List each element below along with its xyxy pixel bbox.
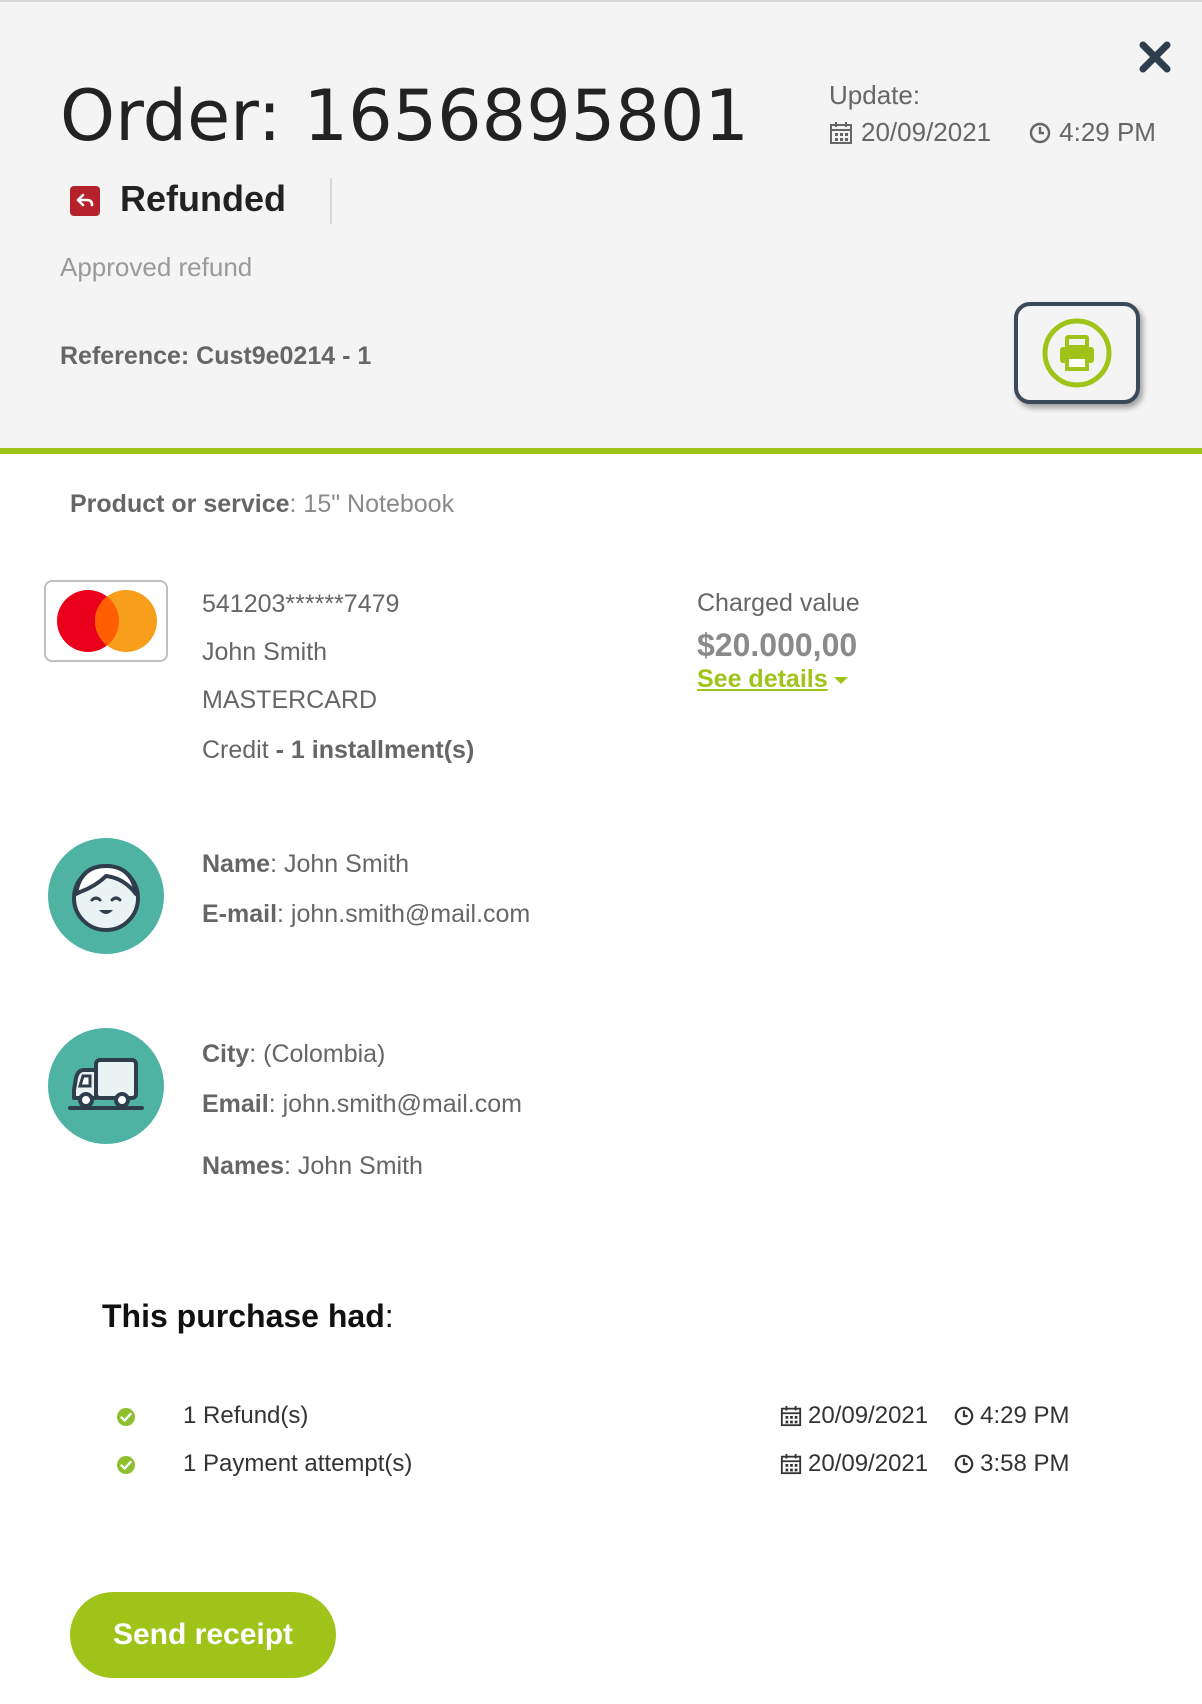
update-time: 4:29 PM (1059, 117, 1156, 147)
check-circle-icon (117, 1408, 135, 1426)
purchase-history-title-text: This purchase had (102, 1298, 385, 1334)
shipping-email: Email: john.smith@mail.com (202, 1090, 522, 1119)
customer-name-value: : John Smith (270, 850, 410, 878)
order-reference: Reference: Cust9e0214 - 1 (60, 342, 372, 370)
product-or-service: Product or service: 15" Notebook (70, 490, 454, 519)
check-circle-icon (117, 1456, 135, 1474)
send-receipt-button[interactable]: Send receipt (70, 1592, 336, 1678)
history-item-payment-timestamp: 20/09/2021 3:58 PM (780, 1450, 1070, 1478)
customer-name-label: Name (202, 850, 271, 878)
see-details-link[interactable]: See details (697, 665, 848, 694)
close-icon[interactable] (1138, 40, 1172, 74)
shipping-city: City: (Colombia) (202, 1040, 385, 1069)
shipping-names: Names: John Smith (202, 1152, 423, 1181)
installments-separator: - (268, 736, 291, 764)
print-button[interactable] (1014, 302, 1140, 404)
calendar-icon (830, 121, 852, 144)
order-title: Order: 1656895801 (60, 75, 749, 157)
history-item-payment-attempt: 1 Payment attempt(s) (183, 1450, 413, 1477)
charged-value-amount: $20.000,00 (697, 627, 858, 663)
calendar-icon (780, 1453, 802, 1475)
card-installments: 1 installment(s) (290, 736, 475, 764)
customer-face-icon (48, 838, 164, 954)
card-brand: MASTERCARD (202, 686, 378, 714)
history-item-payment-date: 20/09/2021 (808, 1450, 929, 1477)
calendar-icon (780, 1405, 802, 1427)
refund-arrow-icon (70, 186, 100, 216)
update-timestamp: 20/09/2021 4:29 PM (829, 117, 1156, 148)
card-holder: John Smith (202, 638, 328, 666)
history-item-refund-time: 4:29 PM (980, 1402, 1070, 1429)
clock-icon (954, 1406, 974, 1426)
history-item-refund-timestamp: 20/09/2021 4:29 PM (780, 1402, 1070, 1430)
history-item-refund: 1 Refund(s) (183, 1402, 309, 1429)
status-badge: Refunded (120, 178, 286, 219)
customer-email-value: : john.smith@mail.com (277, 900, 531, 928)
update-date: 20/09/2021 (861, 117, 992, 147)
status-divider (330, 178, 332, 224)
shipping-email-label: Email (202, 1090, 269, 1118)
customer-email-label: E-mail (202, 900, 278, 928)
product-label: Product or service (70, 490, 290, 518)
clock-icon (954, 1454, 974, 1474)
clock-icon (1029, 122, 1051, 143)
mastercard-logo (44, 580, 168, 662)
customer-email: E-mail: john.smith@mail.com (202, 900, 530, 929)
purchase-history-title: This purchase had: (102, 1298, 394, 1335)
purchase-history-title-colon: : (384, 1298, 394, 1334)
card-payment-type: Credit - 1 installment(s) (202, 736, 474, 765)
card-number: 541203******7479 (202, 590, 400, 618)
see-details-label: See details (697, 665, 828, 693)
truck-icon (48, 1028, 164, 1144)
card-type: Credit (202, 736, 269, 764)
history-item-payment-time: 3:58 PM (980, 1450, 1070, 1477)
customer-name: Name: John Smith (202, 850, 409, 879)
update-label: Update: (829, 80, 921, 110)
history-item-refund-date: 20/09/2021 (808, 1402, 929, 1429)
shipping-email-value: : john.smith@mail.com (268, 1090, 522, 1118)
charged-value-label: Charged value (697, 589, 860, 617)
product-value: : 15" Notebook (289, 490, 455, 518)
status-description: Approved refund (60, 252, 253, 282)
header-accent-line (0, 448, 1202, 454)
shipping-city-value: : (Colombia) (249, 1040, 386, 1068)
printer-icon (1042, 318, 1112, 388)
caret-down-icon (833, 676, 848, 684)
shipping-city-label: City (202, 1040, 250, 1068)
shipping-names-label: Names (202, 1152, 284, 1180)
shipping-names-value: : John Smith (284, 1152, 423, 1180)
